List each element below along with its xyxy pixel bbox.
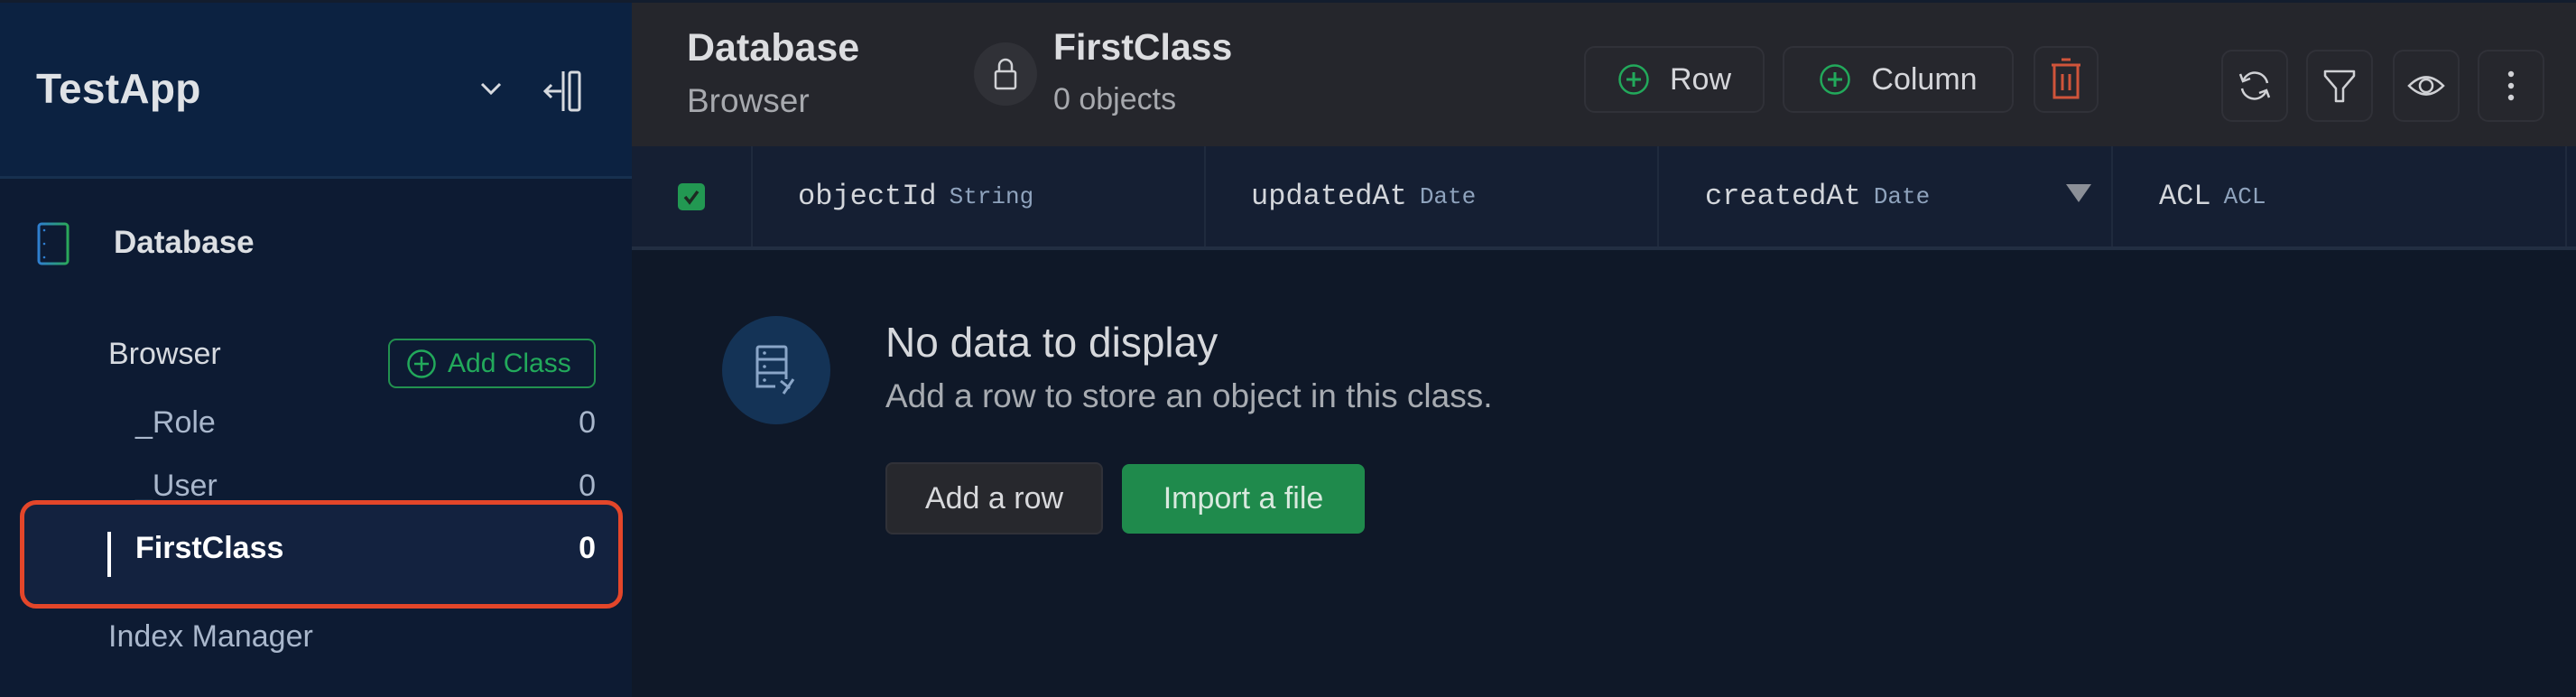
sidebar-item-database[interactable]: Database bbox=[36, 219, 596, 270]
class-item-firstclass[interactable]: FirstClass 0 bbox=[135, 531, 596, 576]
class-name: FirstClass bbox=[135, 531, 284, 565]
class-name: _Role bbox=[135, 405, 216, 440]
column-header-objectid[interactable]: objectId String bbox=[753, 146, 1206, 246]
eye-icon bbox=[2407, 76, 2445, 96]
class-count: 0 bbox=[579, 405, 596, 440]
add-class-label: Add Class bbox=[448, 348, 571, 378]
add-column-button[interactable]: Column bbox=[1783, 46, 2014, 113]
sort-descending-icon[interactable] bbox=[2066, 184, 2091, 202]
refresh-icon bbox=[2238, 71, 2271, 100]
collapse-sidebar-icon[interactable] bbox=[542, 66, 587, 116]
filter-icon bbox=[2323, 70, 2356, 103]
database-empty-icon bbox=[755, 345, 795, 395]
table-header: objectId String updatedAt Date createdAt… bbox=[632, 146, 2576, 250]
check-icon bbox=[683, 190, 700, 205]
class-lock-button[interactable] bbox=[974, 42, 1037, 106]
plus-circle-icon bbox=[1618, 64, 1649, 95]
selected-indicator bbox=[107, 532, 111, 577]
add-a-row-button[interactable]: Add a row bbox=[885, 462, 1103, 534]
empty-state-icon-circle bbox=[722, 316, 830, 424]
sidebar-item-browser[interactable]: Browser bbox=[108, 337, 221, 372]
column-name: createdAt bbox=[1705, 180, 1861, 213]
sidebar-item-index-manager[interactable]: Index Manager bbox=[108, 619, 313, 655]
refresh-button[interactable] bbox=[2221, 50, 2288, 122]
column-type: String bbox=[949, 182, 1034, 210]
column-name: objectId bbox=[798, 180, 937, 213]
section-title: Database bbox=[687, 26, 860, 70]
object-count: 0 objects bbox=[1053, 82, 1177, 116]
class-item-role[interactable]: _Role 0 bbox=[135, 405, 596, 451]
column-type: Date bbox=[1419, 182, 1477, 210]
select-all-cell bbox=[632, 146, 753, 246]
lock-icon bbox=[994, 58, 1017, 90]
column-header-updatedat[interactable]: updatedAt Date bbox=[1206, 146, 1659, 246]
browser-header: Database Browser FirstClass 0 objects Ro… bbox=[632, 3, 2576, 146]
select-all-checkbox[interactable] bbox=[678, 182, 705, 210]
import-file-button[interactable]: Import a file bbox=[1122, 464, 1365, 534]
delete-class-button[interactable] bbox=[2034, 46, 2099, 113]
sidebar-item-database-label: Database bbox=[114, 225, 255, 260]
class-count: 0 bbox=[579, 531, 596, 565]
toggle-columns-button[interactable] bbox=[2393, 50, 2460, 122]
class-name: _User bbox=[135, 469, 218, 503]
more-vertical-icon bbox=[2507, 70, 2515, 101]
empty-state-title: No data to display bbox=[885, 319, 1219, 366]
filter-button[interactable] bbox=[2306, 50, 2373, 122]
trash-icon bbox=[2052, 58, 2080, 99]
add-row-label: Row bbox=[1669, 61, 1732, 97]
column-name: ACL bbox=[2159, 180, 2211, 213]
add-column-label: Column bbox=[1871, 61, 1978, 97]
app-name: TestApp bbox=[36, 65, 201, 112]
column-name: updatedAt bbox=[1251, 180, 1407, 213]
more-options-button[interactable] bbox=[2478, 50, 2544, 122]
plus-circle-icon bbox=[1820, 64, 1851, 95]
database-icon bbox=[37, 222, 69, 265]
class-name-title: FirstClass bbox=[1053, 26, 1233, 68]
add-row-button[interactable]: Row bbox=[1584, 46, 1765, 113]
plus-circle-icon bbox=[407, 348, 436, 378]
column-header-createdat[interactable]: createdAt Date bbox=[1660, 146, 2113, 246]
app-switcher-chevron-down-icon[interactable] bbox=[471, 73, 511, 106]
empty-state-description: Add a row to store an object in this cla… bbox=[885, 377, 1493, 414]
class-count: 0 bbox=[579, 469, 596, 503]
column-type: ACL bbox=[2223, 182, 2266, 210]
sidebar-header: TestApp bbox=[0, 3, 632, 179]
column-header-acl[interactable]: ACL ACL bbox=[2114, 146, 2567, 246]
sidebar: TestApp Database Browser Add Class _Role… bbox=[0, 3, 632, 697]
column-type: Date bbox=[1873, 182, 1931, 210]
add-class-button[interactable]: Add Class bbox=[388, 339, 596, 388]
section-subtitle: Browser bbox=[687, 82, 810, 119]
